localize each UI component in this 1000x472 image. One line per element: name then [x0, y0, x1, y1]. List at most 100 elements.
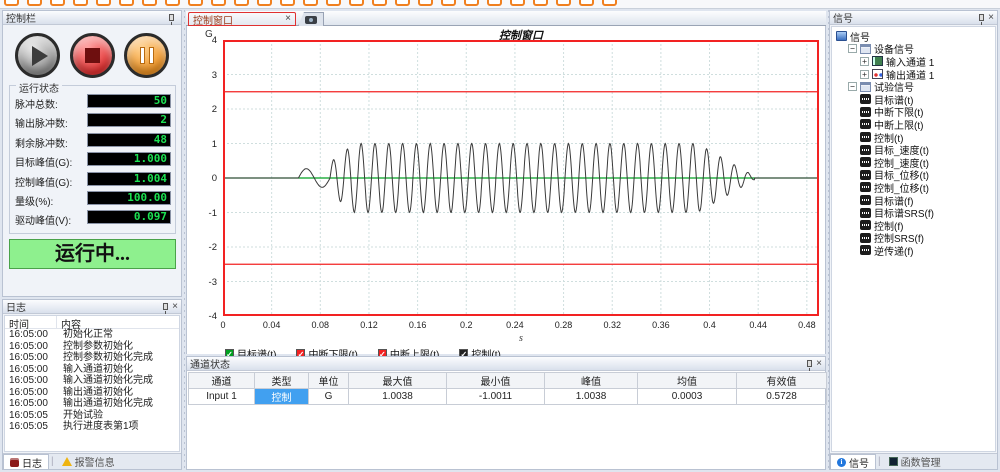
output-channel-icon [872, 69, 883, 79]
pin-icon[interactable] [163, 303, 168, 310]
toolbar-icon[interactable] [510, 0, 525, 6]
toolbar-icon[interactable] [165, 0, 180, 6]
toolbar-icon[interactable] [349, 0, 364, 6]
close-icon[interactable]: × [988, 14, 994, 22]
toolbar-icon[interactable] [579, 0, 594, 6]
toolbar-icon[interactable] [372, 0, 387, 6]
toolbar-icon[interactable] [303, 0, 318, 6]
toolbar-icon[interactable] [280, 0, 295, 6]
toolbar-icon[interactable] [96, 0, 111, 6]
status-field-label: 控制峰值(G): [15, 174, 72, 189]
channel-column-header: 峰值 [545, 373, 638, 389]
toolbar-icon[interactable] [556, 0, 571, 6]
pin-icon[interactable] [979, 14, 984, 21]
log-content: 执行进度表第1项 [57, 421, 139, 433]
splitter-right[interactable] [827, 10, 830, 470]
tree-item[interactable]: 目标谱SRS(f) [832, 206, 995, 219]
x-tick-label: 0.36 [641, 320, 681, 330]
status-field-row: 控制峰值(G):1.004 [10, 172, 175, 187]
input-channel-icon [872, 56, 883, 66]
toolbar-icon[interactable] [395, 0, 410, 6]
warning-icon [62, 457, 72, 466]
tree-expander-icon[interactable]: − [848, 82, 857, 91]
status-field-value: 100.00 [87, 191, 171, 205]
tree-expander-icon[interactable]: − [848, 44, 857, 53]
tab-screenshot[interactable] [298, 12, 324, 26]
toolbar-icon[interactable] [73, 0, 88, 6]
status-field-row: 目标峰值(G): 1.000 [10, 152, 175, 167]
table-row[interactable]: Input 1控制G1.0038-1.00111.00380.00030.572… [189, 389, 827, 405]
tree-item[interactable]: 控制_位移(t) [832, 181, 995, 194]
y-tick-label: -1 [187, 208, 217, 219]
log-column-headers: 时间 内容 [5, 316, 179, 329]
status-field-value: 1.000 [87, 152, 171, 166]
channel-column-header: 类型 [255, 373, 309, 389]
log-content: 输出通道初始化完成 [57, 398, 153, 410]
status-field-value: 50 [87, 94, 171, 108]
log-book-icon [10, 458, 19, 467]
toolbar-icon[interactable] [119, 0, 134, 6]
tab-control-window[interactable]: 控制窗口 × [188, 12, 296, 26]
y-tick-label: -2 [187, 242, 217, 253]
pause-button[interactable] [124, 33, 169, 78]
signal-tree-panel: 信号 × 信号−设备信号+输入通道 1+输出通道 1−试验信号目标谱(t)中断下… [829, 10, 998, 470]
x-axis-unit-label: s [223, 333, 819, 344]
toolbar-icon[interactable] [4, 0, 19, 6]
toolbar-icon[interactable] [188, 0, 203, 6]
toolbar-icon[interactable] [211, 0, 226, 6]
toolbar-icon[interactable] [234, 0, 249, 6]
log-time: 16:05:00 [5, 352, 57, 364]
toolbar-icon[interactable] [142, 0, 157, 6]
y-tick-label: 2 [187, 104, 217, 115]
tree-expander-icon[interactable]: + [860, 70, 869, 79]
dock-tab-function-manager[interactable]: 函数管理 [883, 454, 947, 469]
dock-tab-log[interactable]: 日志 [3, 454, 49, 469]
log-time: 16:05:00 [5, 341, 57, 353]
channel-status-header: 通道状态 × [187, 357, 825, 371]
tree-item[interactable]: −试验信号 [832, 80, 995, 93]
dock-tab-alarm[interactable]: 报警信息 [56, 454, 121, 469]
function-manager-icon [889, 457, 898, 466]
toolbar-icon[interactable] [418, 0, 433, 6]
tree-item[interactable]: 控制SRS(f) [832, 232, 995, 245]
x-tick-label: 0.44 [738, 320, 778, 330]
pin-icon[interactable] [807, 360, 812, 367]
toolbar-icon[interactable] [326, 0, 341, 6]
log-row: 16:05:00控制参数初始化完成 [5, 352, 179, 364]
dock-tab-label: 报警信息 [75, 454, 115, 469]
tree-item-label: 信号 [850, 29, 870, 44]
toolbar-icon[interactable] [27, 0, 42, 6]
tree-item[interactable]: 中断上限(t) [832, 118, 995, 131]
status-field-row: 驱动峰值(V):0.097 [10, 210, 175, 225]
test-folder-icon [860, 82, 871, 92]
toolbar-icon[interactable] [533, 0, 548, 6]
toolbar-icon[interactable] [464, 0, 479, 6]
main-toolbar [0, 0, 1000, 9]
tab-close-icon[interactable]: × [285, 15, 291, 23]
x-tick-label: 0.4 [690, 320, 730, 330]
toolbar-icon[interactable] [50, 0, 65, 6]
tree-item[interactable]: 逆传递(f) [832, 244, 995, 257]
close-icon[interactable]: × [172, 303, 178, 311]
tree-expander-icon[interactable]: + [860, 57, 869, 66]
y-tick-label: 1 [187, 139, 217, 150]
toolbar-icon[interactable] [487, 0, 502, 6]
pin-icon[interactable] [169, 14, 174, 21]
plot-canvas[interactable] [223, 40, 819, 316]
signal-root-icon [836, 31, 847, 41]
dock-tab-signal[interactable]: i信号 [830, 454, 876, 469]
status-field-label: 目标峰值(G): [15, 154, 72, 169]
splitter-left[interactable] [183, 10, 186, 470]
log-row: 16:05:00输入通道初始化完成 [5, 375, 179, 387]
toolbar-icon[interactable] [441, 0, 456, 6]
stop-button[interactable] [70, 33, 115, 78]
status-field-label: 输出脉冲数: [15, 115, 68, 130]
channel-cell: 1.0038 [545, 389, 638, 405]
toolbar-icon[interactable] [257, 0, 272, 6]
control-window-chart: 控制窗口 G 43210-1-2-3-4 00.040.080.120.160.… [186, 26, 826, 354]
status-field-row: 脉冲总数:50 [10, 94, 175, 109]
close-icon[interactable]: × [816, 360, 822, 368]
toolbar-icon[interactable] [602, 0, 617, 6]
start-button[interactable] [15, 33, 60, 78]
log-row: 16:05:00输入通道初始化 [5, 364, 179, 376]
